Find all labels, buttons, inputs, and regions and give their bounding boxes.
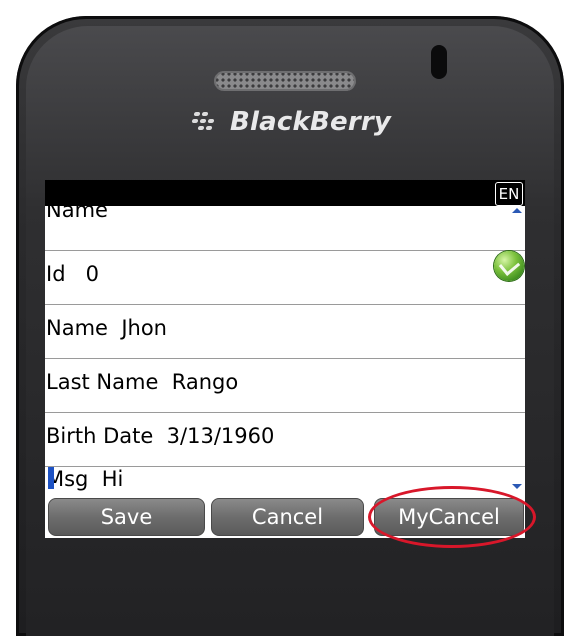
field-id: Id 0 [46,262,99,286]
field-birth-date-label: Birth Date [46,424,154,448]
field-id-label: Id [46,262,66,286]
checkmark-icon[interactable] [494,251,524,281]
highlight-annotation [368,486,536,548]
field-row-last-name[interactable]: Last Name Rango [45,359,525,413]
field-name-label: Name [46,316,108,340]
field-row-name[interactable]: Name Jhon [45,305,525,359]
input-language-indicator[interactable]: EN [495,182,523,206]
field-birth-date: Birth Date 3/13/1960 [46,424,274,448]
save-button[interactable]: Save [48,498,205,536]
field-msg-value: Hi [101,467,124,491]
field-msg: Msg Hi [46,467,123,491]
field-id-value: 0 [85,262,99,286]
brand-logo: BlackBerry [191,104,392,140]
field-name-value: Jhon [121,316,167,340]
field-last-name-label: Last Name [46,370,159,394]
brand-name: BlackBerry [230,107,392,137]
scroll-down-arrow-icon [512,484,522,489]
device-screen: EN Name Id 0 Name Jhon Last Name Rango B… [45,180,525,538]
status-bar: EN [45,180,525,206]
field-row-id[interactable]: Id 0 [45,251,525,305]
text-cursor [48,467,54,489]
field-last-name: Last Name Rango [46,370,238,394]
field-last-name-value: Rango [171,370,239,394]
field-row-birth-date[interactable]: Birth Date 3/13/1960 [45,413,525,467]
form-header-row: Name [45,198,525,251]
speaker-grille [214,71,356,91]
notification-led [431,45,447,79]
field-birth-date-value: 3/13/1960 [166,424,275,448]
form-header-label: Name [46,198,108,222]
blackberry-logo-icon [191,110,226,134]
field-name: Name Jhon [46,316,167,340]
cancel-button[interactable]: Cancel [211,498,364,536]
